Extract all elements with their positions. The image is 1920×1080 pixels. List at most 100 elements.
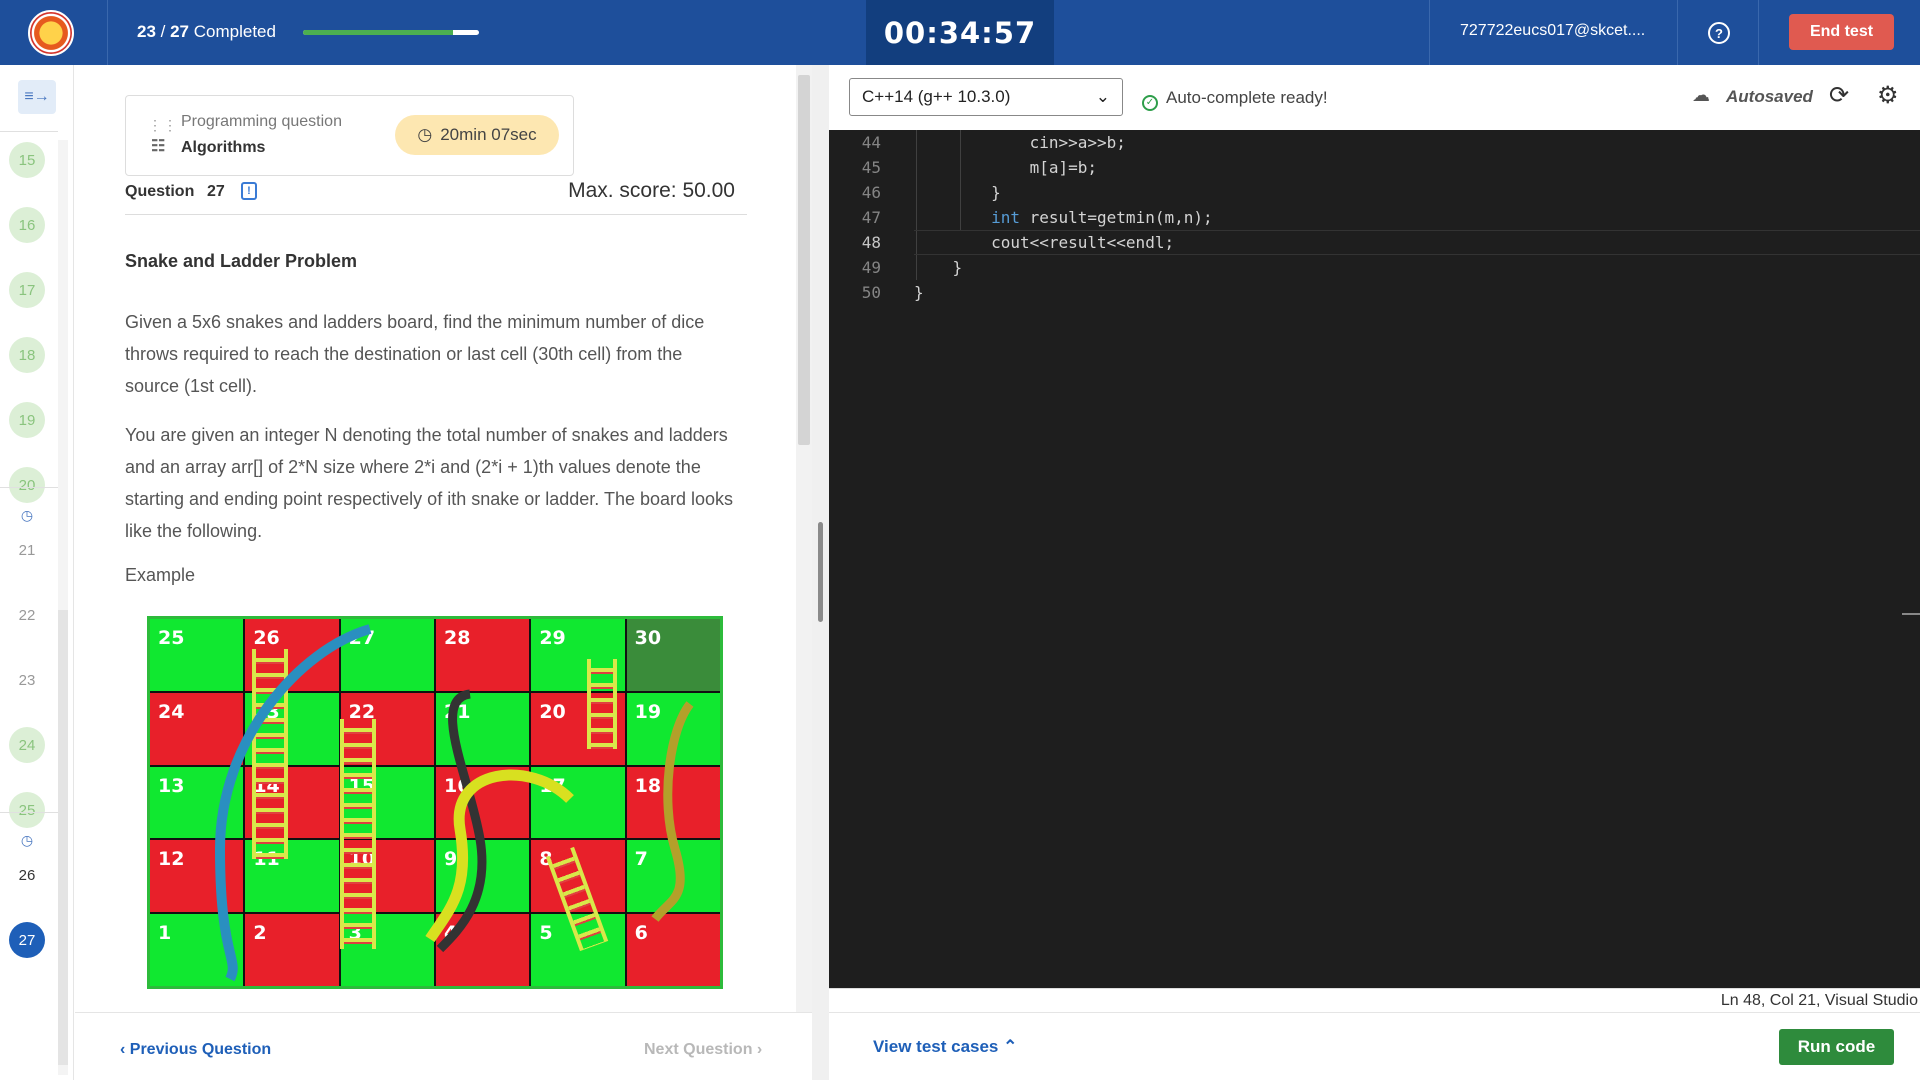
code-line: 45 m[a]=b;: [829, 155, 1920, 180]
help-icon[interactable]: ?: [1708, 22, 1730, 44]
line-number: 47: [861, 208, 881, 227]
drag-handle-icon[interactable]: ⋮⋮: [148, 118, 178, 132]
code-line: 44 cin>>a>>b;: [829, 130, 1920, 155]
code-text: }: [914, 183, 1001, 202]
question-header: Question 27 ! Max. score: 50.00: [125, 179, 747, 215]
code-line: 46 }: [829, 180, 1920, 205]
expand-menu-icon[interactable]: ≡→: [18, 80, 56, 114]
snakes-overlay: [214, 624, 694, 982]
header-divider: [107, 0, 108, 65]
navigator-divider: [0, 131, 58, 132]
question-nav-item-27[interactable]: 27: [9, 922, 45, 958]
question-panel: ⋮⋮ Programming question ☷ Algorithms ◷ 20m…: [75, 65, 797, 1012]
question-nav-item-22[interactable]: 22: [9, 607, 45, 624]
question-nav-item-15[interactable]: 15: [9, 142, 45, 178]
question-nav-bar: ‹ Previous Question Next Question ›: [75, 1012, 812, 1080]
question-nav-item-26[interactable]: 26: [9, 867, 45, 884]
code-text: cout<<result<<endl;: [914, 233, 1175, 252]
snake-shape: [651, 701, 694, 922]
editor-footer: View test cases ⌃ Run code: [829, 1012, 1920, 1080]
completion-progress-fill: [303, 30, 453, 35]
settings-gear-icon[interactable]: ⚙: [1877, 81, 1899, 110]
header-divider: [1677, 0, 1678, 65]
chevron-down-icon: ⌄: [1095, 87, 1110, 106]
refresh-icon[interactable]: ⟳: [1829, 81, 1849, 110]
question-navigator: ≡→ 15 16 17 18 19 20 ◷ 21 22 23 24 25 ◷ 26 27: [0, 65, 74, 1080]
code-text: m[a]=b;: [914, 158, 1098, 177]
editor-toolbar: C++14 (g++ 10.3.0) ⌄ ✓ Auto-complete ready…: [829, 65, 1920, 130]
header-divider: [1758, 0, 1759, 65]
header-divider: [1429, 0, 1430, 65]
code-text: }: [914, 283, 924, 302]
question-nav-item-17[interactable]: 17: [9, 272, 45, 308]
chevron-up-icon: ⌃: [1003, 1037, 1018, 1056]
cursor-position-status: Ln 48, Col 21, Visual Studio: [1720, 992, 1918, 1009]
cloud-upload-icon: ☁: [1692, 85, 1710, 105]
previous-question-link[interactable]: ‹ Previous Question: [120, 1041, 271, 1059]
user-email[interactable]: 727722eucs017@skcet....: [1460, 22, 1645, 40]
scroll-position-marker: [1902, 613, 1920, 615]
language-select[interactable]: C++14 (g++ 10.3.0) ⌄: [849, 78, 1123, 116]
snake-shape: [425, 769, 574, 943]
end-test-button[interactable]: End test: [1789, 14, 1894, 50]
institution-logo: [28, 10, 74, 56]
example-label: Example: [125, 565, 196, 585]
problem-description: Given a 5x6 snakes and ladders board, fi…: [125, 312, 705, 396]
resize-handle-icon[interactable]: [818, 522, 823, 622]
question-nav-item-24[interactable]: 24: [9, 727, 45, 763]
snakes-ladders-board-image: 2526272829302423222120191314151617181211…: [147, 616, 723, 989]
countdown-timer: 00:34:57: [866, 0, 1054, 65]
view-test-cases-toggle[interactable]: View test cases ⌃: [873, 1037, 1017, 1057]
question-nav-item-23[interactable]: 23: [9, 672, 45, 689]
code-text: int result=getmin(m,n);: [991, 208, 1213, 227]
completion-text: 23 / 27 Completed: [137, 22, 276, 41]
keyword-token: int: [991, 208, 1020, 227]
problem-title: Snake and Ladder Problem: [125, 251, 358, 271]
navigator-divider: [0, 487, 58, 488]
problem-details: You are given an integer N denoting the …: [125, 425, 734, 541]
next-question-link[interactable]: Next Question ›: [644, 1041, 762, 1059]
timed-question-icon: ◷: [20, 832, 34, 848]
check-circle-icon: ✓: [1142, 95, 1158, 111]
code-line: 48 cout<<result<<endl;: [829, 230, 1920, 255]
navigator-divider: [0, 812, 58, 813]
code-editor[interactable]: 44 cin>>a>>b; 45 m[a]=b; 46 } 47 int result…: [829, 130, 1920, 988]
line-number: 50: [861, 283, 881, 302]
timed-question-icon: ◷: [20, 507, 34, 523]
autosaved-status: Autosaved: [1726, 87, 1813, 106]
navigator-scrollbar-thumb[interactable]: [58, 610, 68, 1065]
line-number: 46: [861, 183, 881, 202]
report-flag-icon[interactable]: !: [241, 182, 257, 200]
line-number: 44: [861, 133, 881, 152]
question-nav-item-20[interactable]: 20: [9, 467, 45, 503]
question-nav-item-21[interactable]: 21: [9, 542, 45, 559]
max-score: Max. score: 50.00: [568, 179, 735, 202]
clock-icon: ◷: [417, 125, 433, 144]
question-info-card: ⋮⋮ Programming question ☷ Algorithms ◷ 20m…: [125, 95, 574, 176]
question-number: 27: [207, 183, 225, 200]
editor-status-bar: Ln 48, Col 21, Visual Studio: [829, 988, 1920, 1012]
panel-resize-divider[interactable]: [812, 65, 829, 1080]
question-nav-item-18[interactable]: 18: [9, 337, 45, 373]
line-number: 48: [861, 233, 881, 252]
question-label: Question: [125, 183, 195, 200]
question-nav-item-19[interactable]: 19: [9, 402, 45, 438]
code-text: }: [914, 258, 963, 277]
time-left-badge: ◷ 20min 07sec: [395, 115, 559, 155]
question-nav-item-16[interactable]: 16: [9, 207, 45, 243]
code-text: cin>>a>>b;: [914, 133, 1126, 152]
code-line: 50}: [829, 280, 1920, 305]
run-code-button[interactable]: Run code: [1779, 1029, 1894, 1065]
code-line: 49 }: [829, 255, 1920, 280]
question-topic: ☷ Algorithms: [151, 138, 266, 156]
line-number: 45: [861, 158, 881, 177]
top-header: 23 / 27 Completed 00:34:57 727722eucs017…: [0, 0, 1920, 65]
line-number: 49: [861, 258, 881, 277]
question-scrollbar-thumb[interactable]: [798, 75, 810, 445]
code-line: 47 int result=getmin(m,n);: [829, 205, 1920, 230]
question-type: Programming question: [181, 113, 342, 130]
question-nav-item-25[interactable]: 25: [9, 792, 45, 828]
autocomplete-status: ✓ Auto-complete ready!: [1142, 88, 1328, 111]
completion-progress-bar: [303, 30, 479, 35]
snake-shape: [214, 624, 372, 982]
